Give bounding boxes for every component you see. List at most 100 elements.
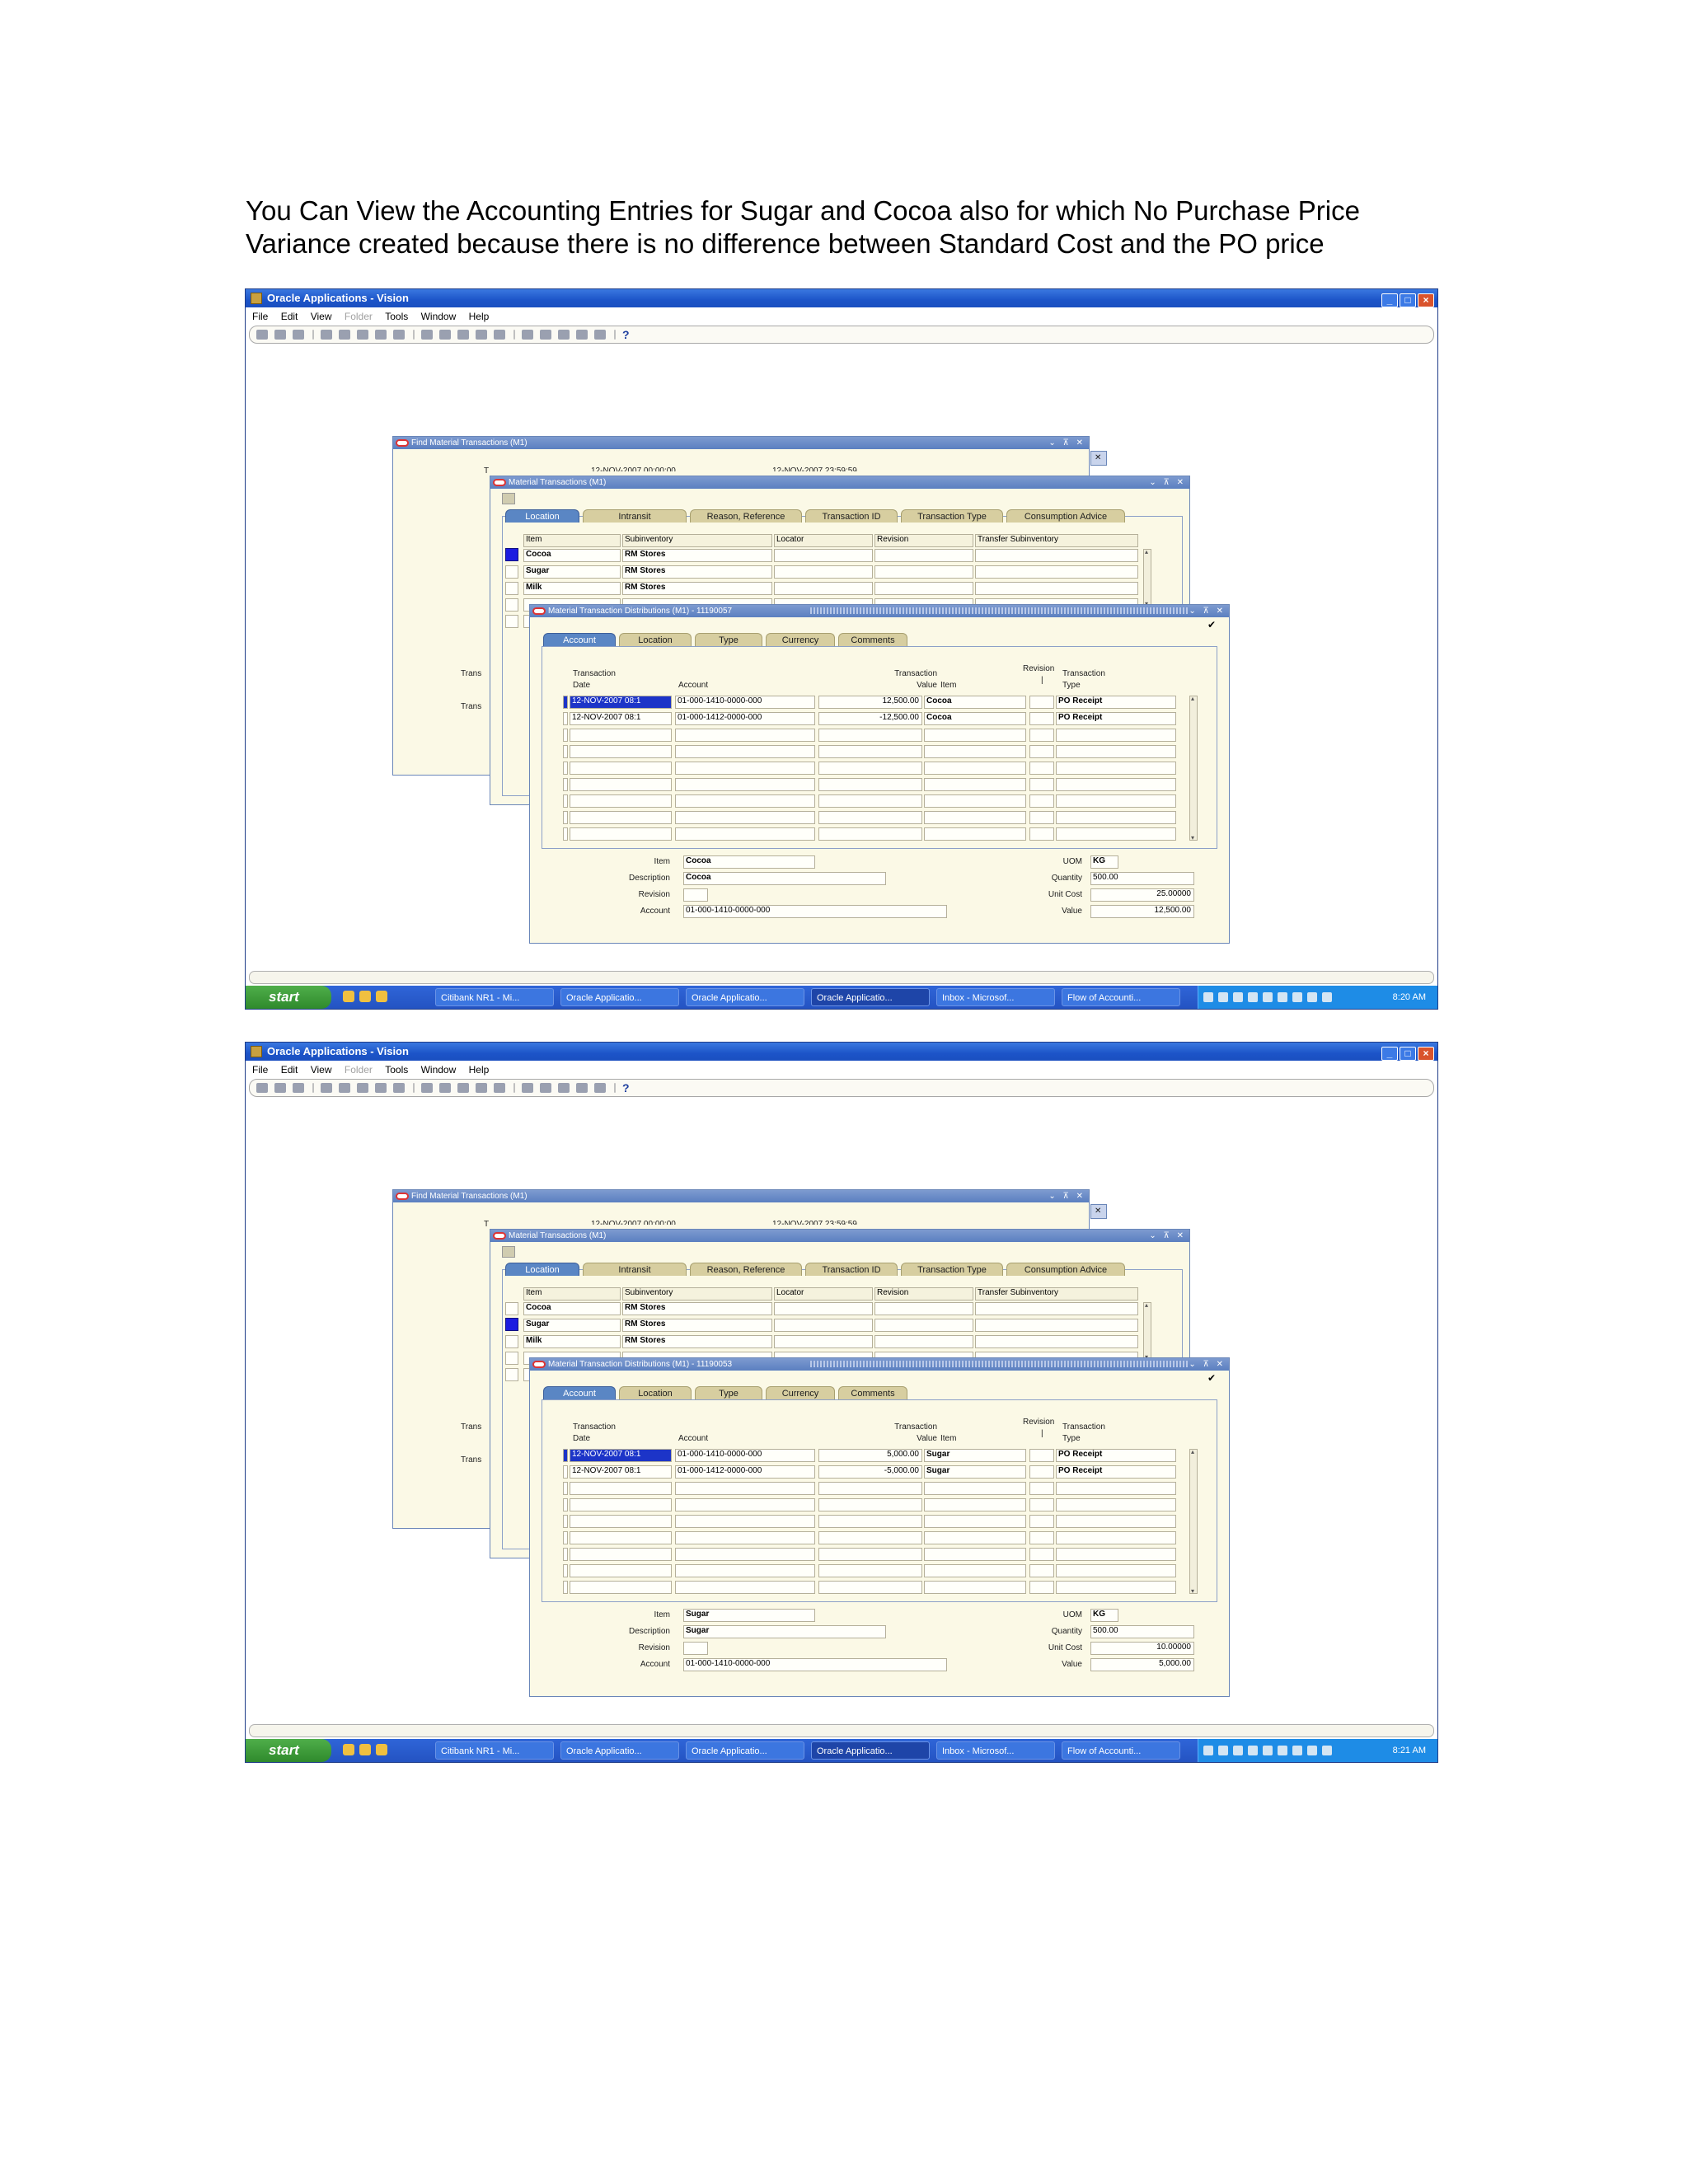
tab-transaction-type[interactable]: Transaction Type (901, 509, 1003, 523)
dist-cell-account[interactable] (675, 1482, 815, 1495)
tray-icon[interactable] (1248, 1746, 1258, 1755)
cut-icon[interactable] (421, 330, 433, 340)
mt-cell-empty[interactable] (774, 565, 873, 579)
find-icon[interactable] (274, 1083, 286, 1093)
dist-cell-type[interactable] (1056, 1498, 1176, 1511)
translations-icon[interactable] (558, 1083, 570, 1093)
mt-cell-empty[interactable] (874, 1319, 973, 1332)
dist-cell-date[interactable] (570, 794, 672, 808)
mt-cell-empty[interactable] (874, 1335, 973, 1348)
close-icon[interactable]: ✕ (1095, 1207, 1101, 1216)
save-icon[interactable] (321, 1083, 332, 1093)
record-selector[interactable] (563, 1564, 568, 1577)
detail-quantity-field[interactable]: 500.00 (1090, 872, 1194, 885)
dist-cell-value[interactable] (818, 1498, 922, 1511)
dist-cell-date[interactable] (570, 1564, 672, 1577)
zoom-icon[interactable] (540, 330, 551, 340)
dist-cell-type[interactable]: PO Receipt (1056, 1465, 1176, 1479)
close-icon[interactable]: ✕ (1095, 453, 1101, 463)
dist-cell-type[interactable]: PO Receipt (1056, 1449, 1176, 1462)
cut-icon[interactable] (421, 1083, 433, 1093)
tray-icon[interactable] (1203, 1746, 1213, 1755)
dist-cell-revision[interactable] (1029, 762, 1054, 775)
dist-cell-account[interactable] (675, 1548, 815, 1561)
tab-currency[interactable]: Currency (766, 633, 835, 646)
help-icon[interactable]: ? (622, 326, 630, 341)
tray-icon[interactable] (1278, 992, 1287, 1002)
taskbar-task-button[interactable]: Oracle Applicatio... (560, 988, 679, 1006)
dist-cell-value[interactable] (818, 811, 922, 824)
dist-cell-item[interactable] (924, 1498, 1026, 1511)
mt-cell-empty[interactable] (975, 1335, 1138, 1348)
record-selector[interactable] (505, 1352, 518, 1365)
dist-cell-date[interactable] (570, 1498, 672, 1511)
record-selector[interactable] (505, 1368, 518, 1381)
dist-cell-date[interactable] (570, 745, 672, 758)
copy-icon[interactable] (439, 1083, 451, 1093)
dist-cell-type[interactable] (1056, 811, 1176, 824)
record-selector[interactable] (563, 712, 568, 725)
menu-tools[interactable]: Tools (385, 311, 408, 322)
dist-cell-date[interactable] (570, 811, 672, 824)
switch-resp-icon[interactable] (357, 1083, 368, 1093)
delete-icon[interactable] (494, 330, 505, 340)
dist-cell-date[interactable] (570, 1515, 672, 1528)
dist-cell-type[interactable] (1056, 745, 1176, 758)
dist-cell-date[interactable]: 12-NOV-2007 08:1 (570, 1465, 672, 1479)
tab-comments[interactable]: Comments (838, 1386, 907, 1399)
dist-cell-value[interactable]: 12,500.00 (818, 696, 922, 709)
taskbar-task-button[interactable]: Oracle Applicatio... (686, 988, 804, 1006)
record-selector[interactable] (505, 598, 518, 612)
record-selector[interactable] (563, 696, 568, 709)
dist-cell-item[interactable] (924, 778, 1026, 791)
menu-view[interactable]: View (311, 1064, 332, 1076)
mt-cell-empty[interactable] (774, 549, 873, 562)
maximize-icon[interactable]: □ (1400, 1047, 1416, 1061)
tab-consumption-advice[interactable]: Consumption Advice (1006, 1263, 1125, 1276)
dist-cell-date[interactable] (570, 1548, 672, 1561)
dist-cell-item[interactable]: Sugar (924, 1465, 1026, 1479)
mt-cell-empty[interactable] (975, 582, 1138, 595)
dist-cell-value[interactable]: -5,000.00 (818, 1465, 922, 1479)
attachments-icon[interactable] (576, 330, 588, 340)
dist-cell-item[interactable] (924, 1581, 1026, 1594)
record-selector[interactable] (563, 745, 568, 758)
tab-transaction-id[interactable]: Transaction ID (805, 509, 898, 523)
dist-cell-value[interactable] (818, 1548, 922, 1561)
dist-cell-type[interactable] (1056, 827, 1176, 841)
distributions-window[interactable]: Material Transaction Distributions (M1) … (529, 1357, 1230, 1697)
dist-cell-revision[interactable] (1029, 1465, 1054, 1479)
dist-cell-type[interactable] (1056, 1564, 1176, 1577)
dist-cell-item[interactable] (924, 762, 1026, 775)
print-icon[interactable] (375, 1083, 387, 1093)
minimize-icon[interactable]: _ (1381, 1047, 1398, 1061)
dist-cell-value[interactable] (818, 1564, 922, 1577)
detail-unit-cost-field[interactable]: 10.00000 (1090, 1642, 1194, 1655)
dist-cell-account[interactable] (675, 794, 815, 808)
record-selector[interactable] (505, 565, 518, 579)
taskbar-task-button[interactable]: Inbox - Microsof... (936, 988, 1055, 1006)
tray-icon[interactable] (1292, 1746, 1302, 1755)
dist-cell-account[interactable] (675, 1581, 815, 1594)
window-controls-icon[interactable]: ⌄ ⊼ ✕ (1048, 1190, 1085, 1202)
tray-icon[interactable] (1218, 1746, 1228, 1755)
window-controls-icon[interactable]: ⌄ ⊼ ✕ (1189, 1358, 1226, 1371)
dist-cell-account[interactable] (675, 1515, 815, 1528)
taskbar-task-button[interactable]: Citibank NR1 - Mi... (435, 988, 554, 1006)
tab-location[interactable]: Location (505, 1263, 579, 1276)
folder-tools-icon[interactable] (594, 1083, 606, 1093)
record-selector[interactable] (563, 778, 568, 791)
dist-cell-type[interactable]: PO Receipt (1056, 696, 1176, 709)
tray-icon[interactable] (1263, 992, 1273, 1002)
dist-cell-date[interactable] (570, 827, 672, 841)
dist-cell-item[interactable] (924, 729, 1026, 742)
taskbar-task-button[interactable]: Flow of Accounti... (1062, 988, 1180, 1006)
dist-cell-revision[interactable] (1029, 1548, 1054, 1561)
folder-icon[interactable] (502, 1246, 515, 1258)
dist-cell-account[interactable]: 01-000-1410-0000-000 (675, 696, 815, 709)
new-icon[interactable] (256, 1083, 268, 1093)
start-button[interactable]: start (246, 1739, 331, 1762)
mt-cell-empty[interactable] (774, 1302, 873, 1315)
taskbar-task-button[interactable]: Oracle Applicatio... (811, 1741, 930, 1760)
outlook-icon[interactable] (376, 1744, 387, 1755)
